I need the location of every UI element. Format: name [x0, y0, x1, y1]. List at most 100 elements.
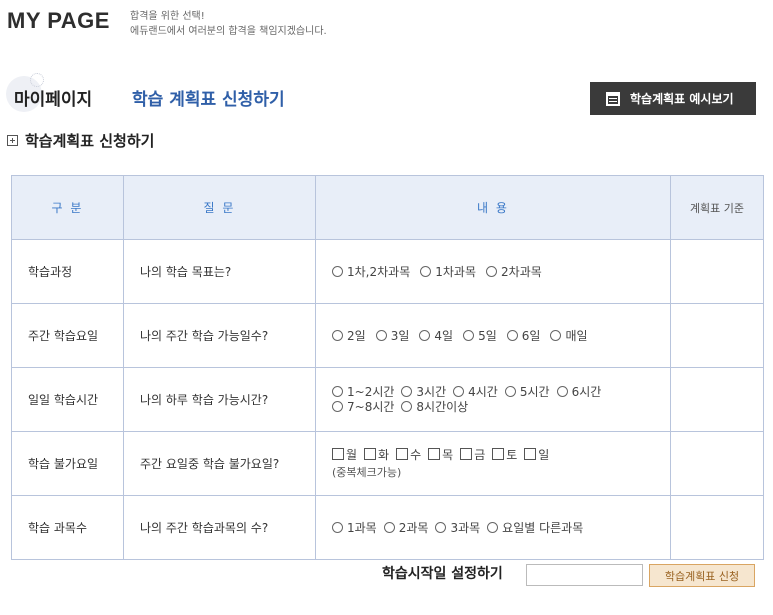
multi-select-note: (중복체크가능) [332, 465, 402, 479]
radio-button[interactable] [487, 522, 499, 533]
days-option-5[interactable]: 6일 [506, 327, 541, 344]
breadcrumb-home[interactable]: 마이페이지 [14, 85, 92, 110]
unavailable-days-options: 월 화 수 목 금 토 일 (중복체크가능) [315, 431, 671, 496]
option-label: 2차과목 [501, 265, 542, 279]
plan-preview-button[interactable]: 학습계획표 예시보기 [590, 82, 756, 115]
start-date-input[interactable] [526, 564, 643, 586]
radio-button[interactable] [504, 385, 516, 397]
days-option-3[interactable]: 4일 [419, 327, 453, 344]
subjects-option-2[interactable]: 2과목 [383, 519, 429, 536]
radio-button[interactable] [453, 385, 465, 397]
days-option-6[interactable]: 매일 [550, 327, 588, 344]
option-label: 월 [346, 447, 358, 462]
weekly-days-options: 2일 3일 4일 5일 6일 매일 [315, 303, 671, 368]
option-label: 금 [474, 447, 486, 462]
goal-option-2[interactable]: 1차과목 [420, 263, 476, 280]
option-label: 일 [538, 447, 550, 462]
radio-button[interactable] [332, 400, 343, 412]
radio-button[interactable] [435, 522, 447, 533]
subtitle-line-2: 에듀랜드에서 여러분의 합격을 책임지겠습니다. [130, 26, 327, 37]
checkbox[interactable] [428, 447, 441, 460]
radio-button[interactable] [486, 266, 498, 277]
subtitle-line-1: 합격을 위한 선택! [130, 11, 205, 22]
day-checkbox-wed[interactable]: 수 [396, 447, 422, 463]
hours-option-6[interactable]: 7~8시간 [332, 400, 394, 415]
checkbox[interactable] [492, 447, 505, 460]
radio-button[interactable] [463, 330, 475, 341]
day-checkbox-sun[interactable]: 일 [524, 447, 550, 463]
row-plan-standard [670, 431, 764, 496]
goal-option-1[interactable]: 1차,2차과목 [332, 263, 410, 280]
days-option-2[interactable]: 3일 [375, 327, 410, 344]
radio-button[interactable] [550, 330, 562, 341]
hours-option-4[interactable]: 5시간 [504, 384, 550, 400]
checkbox[interactable] [332, 447, 344, 460]
row-question: 나의 학습 목표는? [123, 239, 316, 304]
option-label: 토 [506, 447, 518, 462]
option-label: 요일별 다른과목 [502, 521, 584, 535]
row-plan-standard [670, 303, 764, 368]
hours-option-3[interactable]: 4시간 [453, 385, 498, 400]
subject-count-options: 1과목 2과목 3과목 요일별 다른과목 [315, 495, 671, 560]
start-date-label: 학습시작일 설정하기 [382, 566, 503, 582]
checkbox[interactable] [460, 447, 473, 460]
checkbox[interactable] [524, 447, 537, 460]
checkbox[interactable] [364, 447, 377, 460]
hours-option-7[interactable]: 8시간이상 [401, 400, 468, 415]
hours-option-5[interactable]: 6시간 [556, 385, 601, 400]
header-content: 내 용 [315, 175, 671, 240]
breadcrumb: 마이페이지 학습 계획표 신청하기 학습계획표 예시보기 [6, 73, 766, 116]
row-plan-standard [670, 367, 764, 432]
goal-option-3[interactable]: 2차과목 [486, 263, 542, 280]
row-question: 나의 주간 학습과목의 수? [123, 495, 316, 560]
breadcrumb-current: 학습 계획표 신청하기 [132, 90, 285, 110]
row-question: 나의 주간 학습 가능일수? [123, 303, 316, 368]
apply-plan-button[interactable]: 학습계획표 신청 [649, 564, 755, 587]
option-label: 수 [410, 447, 422, 462]
subjects-option-3[interactable]: 3과목 [435, 519, 480, 536]
option-label: 5일 [478, 329, 497, 343]
radio-button[interactable] [332, 266, 343, 277]
calendar-icon [606, 91, 620, 106]
radio-button[interactable] [419, 330, 431, 341]
day-checkbox-fri[interactable]: 금 [460, 447, 486, 463]
header-plan-standard: 계획표 기준 [670, 175, 764, 240]
radio-button[interactable] [383, 522, 395, 533]
day-checkbox-sat[interactable]: 토 [492, 447, 518, 463]
option-label: 4시간 [468, 384, 498, 399]
option-label: 목 [442, 447, 454, 462]
days-option-1[interactable]: 2일 [332, 327, 366, 344]
table-row: 학습과정 나의 학습 목표는? 1차,2차과목 1차과목 2차과목 [11, 239, 764, 304]
table-row: 일일 학습시간 나의 하루 학습 가능시간? 1~2시간 3시간 4시간 5시간 6시간… [11, 367, 764, 432]
radio-button[interactable] [401, 385, 413, 397]
page-subtitle: 합격을 위한 선택! 에듀랜드에서 여러분의 합격을 책임지겠습니다. [130, 9, 327, 39]
radio-button[interactable] [506, 330, 518, 341]
row-plan-standard [670, 239, 764, 304]
option-label: 6일 [521, 329, 541, 343]
day-checkbox-mon[interactable]: 월 [332, 447, 358, 463]
radio-button[interactable] [332, 330, 343, 341]
start-date-row: 학습시작일 설정하기 학습계획표 신청 [382, 563, 755, 587]
radio-button[interactable] [420, 266, 432, 277]
radio-button[interactable] [375, 330, 387, 341]
days-option-4[interactable]: 5일 [463, 327, 497, 344]
option-label: 3일 [390, 329, 410, 343]
hours-option-2[interactable]: 3시간 [401, 385, 446, 400]
radio-button[interactable] [332, 522, 343, 533]
plus-box-icon [7, 135, 18, 146]
day-checkbox-tue[interactable]: 화 [364, 447, 389, 463]
day-checkbox-thu[interactable]: 목 [428, 447, 454, 463]
table-header-row: 구 분 질 문 내 용 계획표 기준 [11, 175, 764, 240]
subjects-option-1[interactable]: 1과목 [332, 519, 377, 536]
checkbox[interactable] [396, 447, 409, 460]
subjects-option-4[interactable]: 요일별 다른과목 [487, 519, 583, 536]
row-question: 주간 요일중 학습 불가요일? [123, 431, 316, 496]
radio-button[interactable] [401, 400, 413, 412]
row-category: 학습과정 [11, 239, 124, 304]
radio-button[interactable] [556, 385, 568, 397]
option-label: 5시간 [519, 384, 550, 399]
radio-button[interactable] [332, 385, 343, 397]
hours-option-1[interactable]: 1~2시간 [332, 385, 394, 400]
option-label: 2과목 [398, 521, 429, 535]
daily-hours-options: 1~2시간 3시간 4시간 5시간 6시간 7~8시간 8시간이상 [315, 367, 671, 432]
